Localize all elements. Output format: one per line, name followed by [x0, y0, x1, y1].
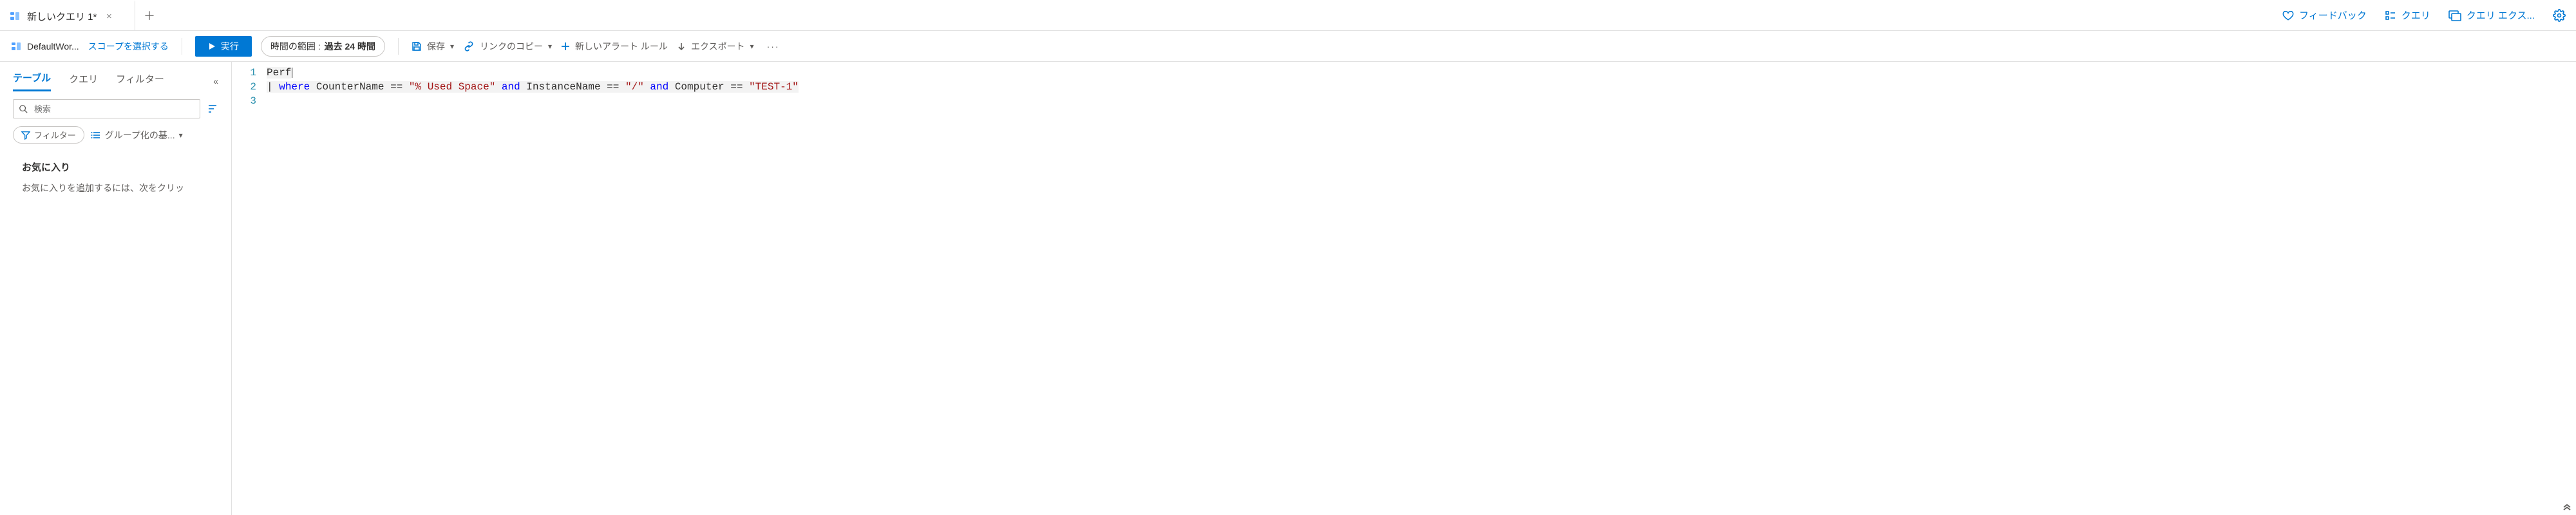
- link-icon: [463, 41, 475, 52]
- plus-icon: [561, 42, 570, 51]
- query-tabs: 新しいクエリ 1* × ＋: [0, 0, 164, 30]
- filter-pill-label: フィルター: [34, 129, 76, 141]
- feedback-button[interactable]: フィードバック: [2282, 8, 2367, 22]
- chevron-down-icon: ▾: [450, 42, 454, 51]
- code-token: ==: [390, 81, 402, 93]
- save-label: 保存: [427, 40, 445, 53]
- code-token: CounterName: [316, 81, 384, 93]
- sidebar-tabs: テーブル クエリ フィルター «: [0, 68, 231, 94]
- run-button[interactable]: 実行: [195, 36, 252, 57]
- code-token: InstanceName: [526, 81, 600, 93]
- code-string: "/": [625, 81, 644, 93]
- editor-gutter: 1 2 3: [232, 62, 263, 515]
- favorites-helper-text: お気に入りを追加するには、次をクリッ: [22, 182, 218, 195]
- filter-pill-button[interactable]: フィルター: [13, 126, 84, 144]
- sort-icon: [207, 103, 218, 115]
- add-tab-button[interactable]: ＋: [135, 0, 164, 30]
- code-keyword: and: [650, 81, 668, 93]
- sidebar-tab-tables[interactable]: テーブル: [13, 71, 51, 91]
- time-range-label: 時間の範囲 :: [270, 40, 321, 53]
- new-alert-rule-label: 新しいアラート ルール: [575, 40, 668, 53]
- group-by-label: グループ化の基...: [105, 129, 175, 142]
- workspace-name: DefaultWor...: [27, 41, 79, 52]
- run-label: 実行: [221, 40, 239, 53]
- export-button[interactable]: エクスポート ▾: [677, 40, 754, 53]
- chevron-double-up-icon: [2562, 501, 2572, 511]
- code-keyword: where: [279, 81, 310, 93]
- line-number: 3: [232, 94, 256, 108]
- line-number: 2: [232, 80, 256, 94]
- copy-link-button[interactable]: リンクのコピー ▾: [463, 40, 552, 53]
- feedback-label: フィードバック: [2299, 8, 2367, 22]
- more-button[interactable]: ···: [763, 41, 784, 52]
- workspace-icon: [10, 41, 22, 52]
- chevron-down-icon: ▾: [548, 42, 552, 51]
- select-scope-link[interactable]: スコープを選択する: [88, 40, 169, 53]
- workspace-picker[interactable]: DefaultWor...: [10, 41, 79, 52]
- line-number: 1: [232, 66, 256, 80]
- queries-icon: [2385, 10, 2396, 21]
- list-icon: [91, 130, 101, 140]
- favorites-heading: お気に入り: [22, 160, 218, 174]
- gear-icon: [2553, 9, 2566, 22]
- save-button[interactable]: 保存 ▾: [412, 40, 454, 53]
- collapse-sidebar-button[interactable]: «: [213, 76, 218, 86]
- editor-content[interactable]: Perf | where CounterName == "% Used Space…: [263, 62, 2576, 515]
- query-toolbar: DefaultWor... スコープを選択する 実行 時間の範囲 : 過去 24…: [0, 31, 2576, 62]
- query-explorer-label: クエリ エクス...: [2467, 8, 2535, 22]
- code-token: Computer: [675, 81, 724, 93]
- chevron-double-left-icon: «: [213, 76, 218, 86]
- queries-label: クエリ: [2401, 8, 2430, 22]
- separator: [398, 38, 399, 55]
- sidebar-tab-filter[interactable]: フィルター: [116, 72, 164, 91]
- time-range-value: 過去 24 時間: [325, 40, 375, 53]
- logs-icon: [9, 10, 21, 22]
- code-token: Perf: [267, 67, 291, 79]
- sidebar-tab-queries[interactable]: クエリ: [69, 72, 98, 91]
- expand-results-button[interactable]: [2562, 501, 2572, 511]
- query-editor[interactable]: 1 2 3 Perf | where CounterName == "% Used…: [232, 62, 2576, 515]
- settings-button[interactable]: [2553, 9, 2566, 22]
- copy-link-label: リンクのコピー: [480, 40, 543, 53]
- time-range-picker[interactable]: 時間の範囲 : 過去 24 時間: [261, 36, 385, 57]
- query-tab-active[interactable]: 新しいクエリ 1* ×: [0, 0, 135, 30]
- code-token: |: [267, 81, 273, 93]
- heart-icon: [2282, 10, 2294, 21]
- export-label: エクスポート: [691, 40, 745, 53]
- export-icon: [677, 42, 686, 51]
- new-alert-rule-button[interactable]: 新しいアラート ルール: [561, 40, 668, 53]
- filter-icon: [21, 131, 30, 140]
- group-by-button[interactable]: グループ化の基... ▾: [91, 129, 183, 142]
- query-explorer-icon: [2448, 10, 2461, 21]
- close-icon[interactable]: ×: [103, 11, 115, 22]
- chevron-down-icon: ▾: [179, 131, 183, 140]
- query-explorer-button[interactable]: クエリ エクス...: [2448, 8, 2535, 22]
- sort-button[interactable]: [207, 103, 218, 115]
- app-header: 新しいクエリ 1* × ＋ フィードバック クエリ: [0, 0, 2576, 31]
- queries-button[interactable]: クエリ: [2385, 8, 2430, 22]
- code-keyword: and: [502, 81, 520, 93]
- header-actions: フィードバック クエリ クエリ エクス...: [2282, 0, 2576, 30]
- code-string: "% Used Space": [409, 81, 495, 93]
- code-token: ==: [607, 81, 619, 93]
- code-string: "TEST-1": [749, 81, 799, 93]
- sidebar-search-field[interactable]: [33, 104, 194, 115]
- sidebar-search-input[interactable]: [13, 99, 200, 118]
- search-icon: [19, 104, 28, 113]
- schema-sidebar: テーブル クエリ フィルター «: [0, 62, 232, 515]
- query-tab-title: 新しいクエリ 1*: [27, 10, 97, 23]
- play-icon: [208, 42, 216, 50]
- chevron-down-icon: ▾: [750, 42, 754, 51]
- save-icon: [412, 41, 422, 52]
- code-token: ==: [730, 81, 743, 93]
